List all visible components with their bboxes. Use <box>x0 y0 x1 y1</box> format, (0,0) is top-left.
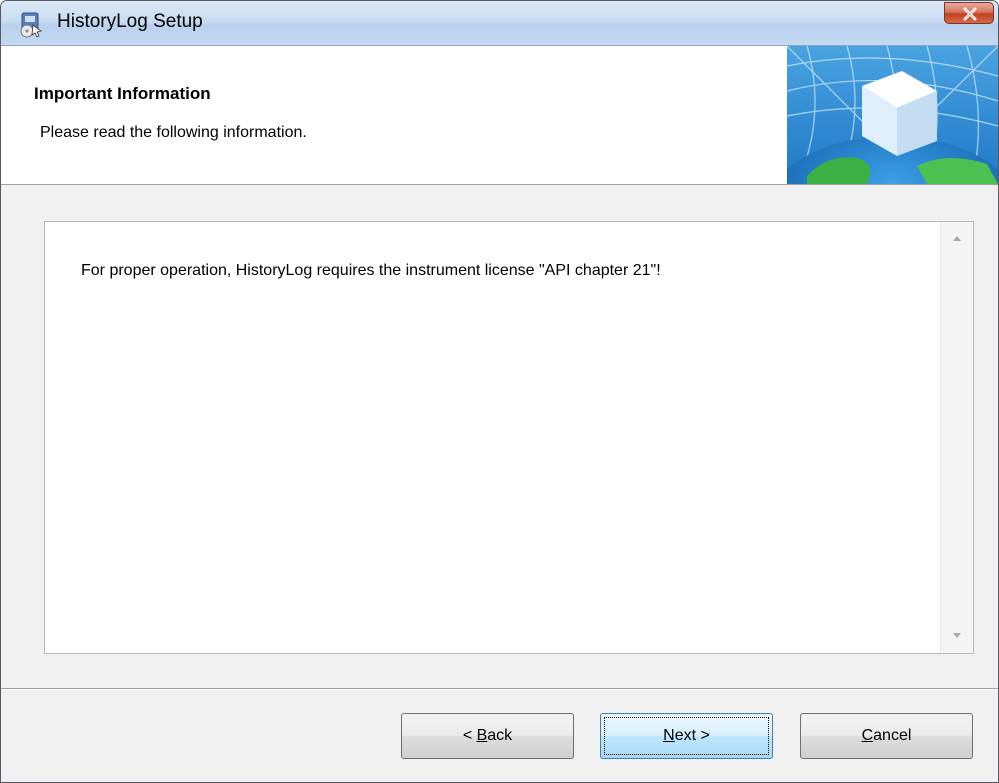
window-title: HistoryLog Setup <box>57 11 203 32</box>
information-text: For proper operation, HistoryLog require… <box>81 262 661 279</box>
footer-divider <box>1 688 998 690</box>
setup-installer-icon <box>16 11 44 39</box>
scroll-up-button[interactable] <box>941 222 973 256</box>
vertical-scrollbar[interactable] <box>940 222 973 653</box>
next-button[interactable]: Next > <box>600 713 773 759</box>
scroll-up-arrow-icon <box>953 236 961 241</box>
next-button-label: Next > <box>663 727 710 744</box>
setup-window: HistoryLog Setup Important Information P… <box>0 0 999 783</box>
cancel-button[interactable]: Cancel <box>800 713 973 759</box>
scroll-down-button[interactable] <box>941 619 973 653</box>
back-button[interactable]: < Back <box>401 713 574 759</box>
scroll-down-arrow-icon <box>953 633 961 638</box>
cancel-button-label: Cancel <box>861 727 912 744</box>
information-text-box[interactable]: For proper operation, HistoryLog require… <box>44 221 974 654</box>
page-title: Important Information <box>34 84 211 103</box>
globe-cube-graphic <box>762 45 998 296</box>
wizard-header: Important Information Please read the fo… <box>1 45 998 296</box>
back-button-label: < Back <box>462 727 513 744</box>
close-icon <box>963 7 977 21</box>
close-button[interactable] <box>944 2 994 24</box>
title-bar[interactable]: HistoryLog Setup <box>1 1 998 46</box>
page-subtitle: Please read the following information. <box>40 124 307 141</box>
